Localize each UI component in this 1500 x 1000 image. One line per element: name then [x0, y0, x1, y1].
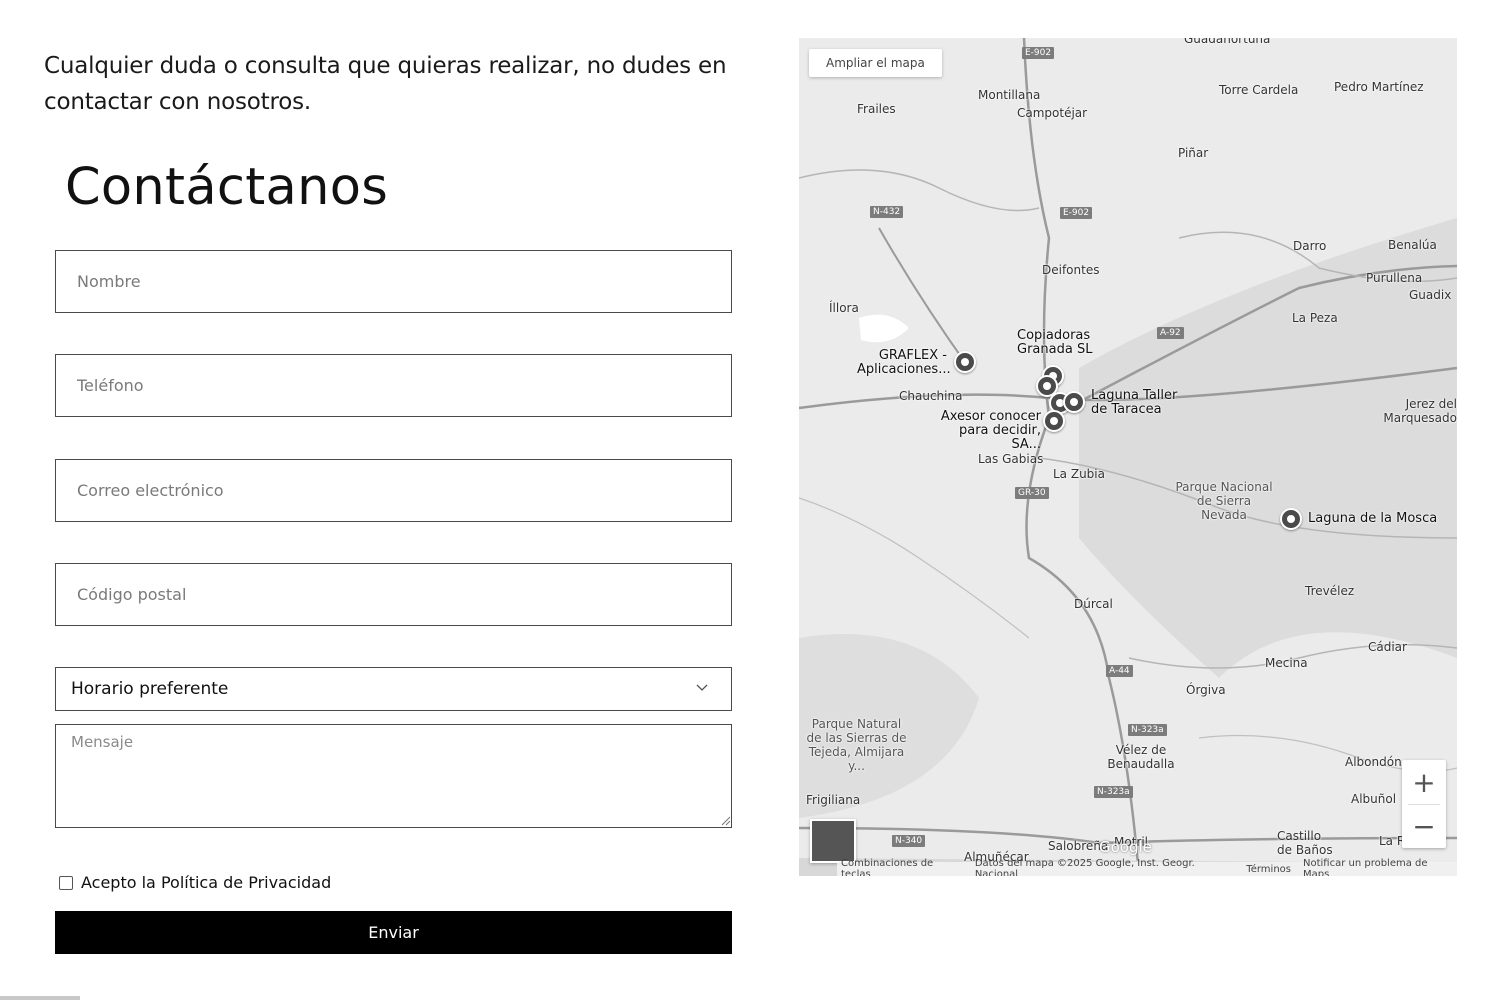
map-label: Campotéjar: [1017, 106, 1088, 120]
map-label: Darro: [1293, 239, 1327, 253]
privacy-label: Acepto la Política de Privacidad: [81, 873, 332, 892]
road-badge: N-340: [892, 835, 926, 847]
map-park-label: Parque Natural de las Sierras de Tejeda,…: [806, 717, 907, 773]
map-label: Castillo de Baños: [1277, 829, 1333, 857]
map-label: La Zubia: [1053, 467, 1105, 481]
map-label: Frigiliana: [806, 793, 861, 807]
road-badge: E-902: [1022, 47, 1055, 59]
map-label: La Peza: [1292, 311, 1338, 325]
map-label: Órgiva: [1186, 683, 1226, 697]
map-label: Torre Cardela: [1219, 83, 1299, 97]
road-badge: A-92: [1157, 327, 1184, 339]
road-badge: GR-30: [1015, 487, 1049, 499]
postal-code-input[interactable]: [55, 563, 732, 626]
schedule-select[interactable]: Horario preferente: [55, 667, 732, 711]
map-pin-icon[interactable]: [954, 351, 976, 373]
map-data-credit: Datos del mapa ©2025 Google, Inst. Geogr…: [974, 858, 1195, 876]
map-label: Íllora: [829, 301, 859, 315]
map-label: Montillana: [978, 88, 1041, 102]
map-poi-label: Laguna de la Mosca: [1308, 511, 1438, 526]
zoom-in-button[interactable]: +: [1402, 760, 1446, 804]
map-label: Mecina: [1265, 656, 1308, 670]
map-embed[interactable]: Ampliar el mapa Guadahortuna Torre Carde…: [799, 38, 1457, 876]
privacy-consent[interactable]: Acepto la Política de Privacidad: [59, 873, 331, 892]
resize-grip-icon[interactable]: [719, 814, 731, 826]
map-pin-icon[interactable]: [1063, 391, 1085, 413]
map-label: Guadix: [1409, 288, 1452, 302]
map-label: Guadahortuna: [1184, 38, 1271, 46]
map-poi-label: Axesor conocer para decidir, SA...: [940, 409, 1041, 452]
map-poi-label: Laguna Taller de Taracea: [1091, 388, 1178, 417]
page-title: Contáctanos: [65, 158, 389, 217]
map-attribution: Combinaciones de teclas Datos del mapa ©…: [837, 858, 1457, 876]
map-park-label: Parque Nacional de Sierra Nevada: [1175, 480, 1273, 522]
zoom-controls: + −: [1402, 760, 1446, 848]
message-textarea[interactable]: [55, 724, 732, 828]
email-input[interactable]: [55, 459, 732, 522]
schedule-select-value: Horario preferente: [71, 679, 229, 699]
google-logo: Google: [1099, 838, 1152, 856]
map-label: Benalúa: [1388, 238, 1437, 252]
map-label: Chauchina: [899, 389, 963, 403]
submit-button[interactable]: Enviar: [55, 911, 732, 954]
map-label: Pedro Martínez: [1334, 80, 1424, 94]
map-label: Albondón: [1345, 755, 1402, 769]
map-poi-label: Copiadoras Granada SL: [1017, 328, 1093, 357]
map-label: Deifontes: [1042, 263, 1100, 277]
road-badge: N-323a: [1094, 786, 1133, 798]
keyboard-shortcuts-link[interactable]: Combinaciones de teclas: [841, 858, 963, 876]
map-label: Cádiar: [1368, 640, 1407, 654]
map-label: Trevélez: [1305, 584, 1355, 598]
map-layer-toggle[interactable]: [810, 819, 856, 863]
map-label: Dúrcal: [1074, 597, 1113, 611]
phone-input[interactable]: [55, 354, 732, 417]
chevron-down-icon: [696, 684, 708, 691]
road-badge: A-44: [1106, 665, 1133, 677]
zoom-divider: [1408, 804, 1440, 805]
privacy-checkbox[interactable]: [59, 875, 73, 890]
map-label: Vélez de Benaudalla: [1107, 743, 1175, 771]
name-input[interactable]: [55, 250, 732, 313]
report-problem-link[interactable]: Notificar un problema de Maps: [1303, 858, 1453, 876]
road-badge: N-323a: [1128, 724, 1167, 736]
horizontal-scrollbar[interactable]: [0, 996, 80, 1000]
zoom-out-button[interactable]: −: [1402, 804, 1446, 848]
terms-link[interactable]: Términos: [1246, 864, 1291, 875]
intro-text: Cualquier duda o consulta que quieras re…: [44, 53, 727, 115]
map-poi-label: GRAFLEX - Aplicaciones...: [857, 348, 951, 377]
expand-map-button[interactable]: Ampliar el mapa: [809, 49, 942, 77]
map-label: Frailes: [857, 102, 896, 116]
map-label: Albuñol: [1351, 792, 1397, 806]
map-pin-icon[interactable]: [1280, 508, 1302, 530]
map-label: Purullena: [1366, 271, 1423, 285]
road-badge: N-432: [870, 206, 904, 218]
map-label: Las Gabias: [978, 452, 1044, 466]
map-label: Piñar: [1178, 146, 1209, 160]
map-label: Jerez del Marquesado: [1383, 397, 1457, 425]
map-pin-icon[interactable]: [1043, 410, 1065, 432]
road-badge: E-902: [1060, 207, 1093, 219]
